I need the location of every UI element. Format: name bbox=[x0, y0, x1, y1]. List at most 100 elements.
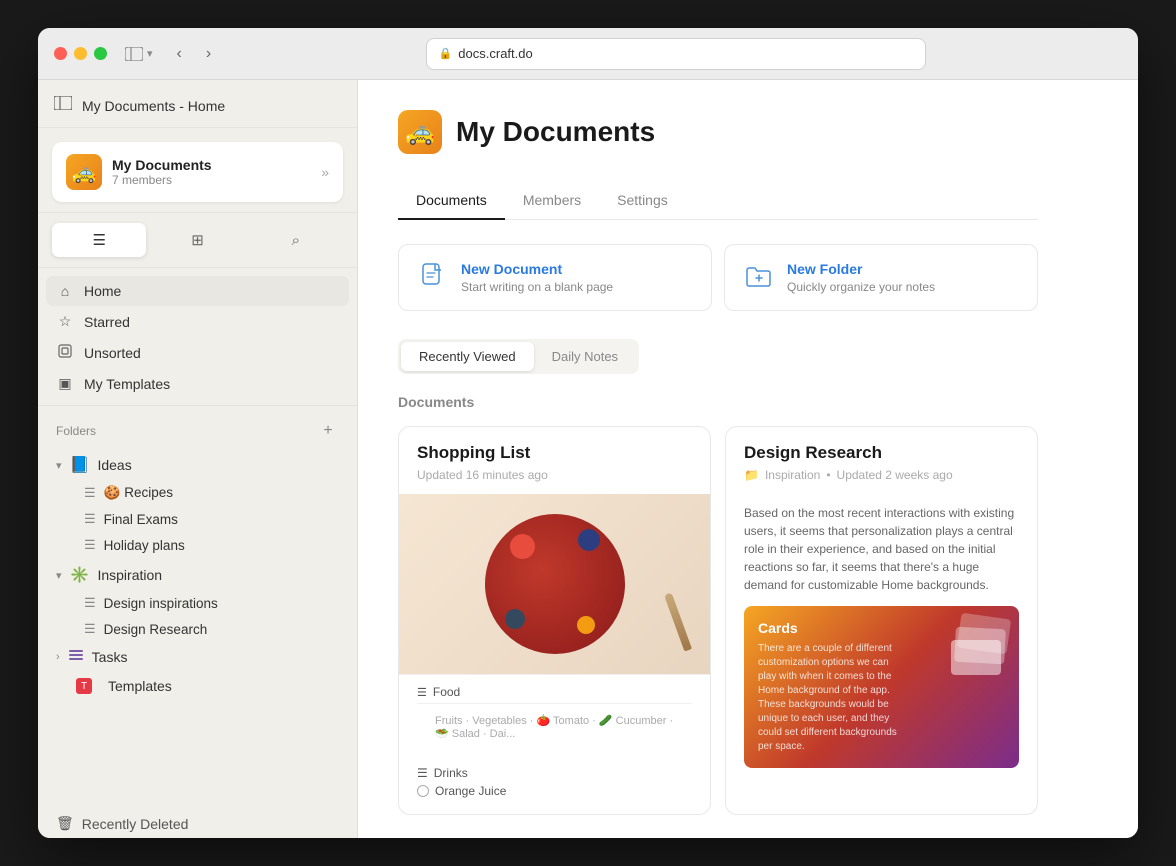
sidebar-toolbar: ☰ ⊞ ⌕ bbox=[38, 213, 357, 268]
sub-item-label: Design Research bbox=[104, 622, 208, 637]
minimize-button[interactable] bbox=[74, 47, 87, 60]
drinks-label: ☰ Drinks bbox=[417, 766, 692, 780]
folder-icon-ideas: 📘 bbox=[70, 455, 90, 475]
tab-members[interactable]: Members bbox=[505, 182, 599, 220]
new-document-icon bbox=[417, 261, 449, 293]
sub-item-label: Holiday plans bbox=[104, 538, 185, 553]
list-item[interactable]: ☰ 🍪 Recipes bbox=[46, 480, 349, 506]
new-document-text: New Document Start writing on a blank pa… bbox=[461, 261, 613, 294]
berry-decoration bbox=[577, 616, 595, 634]
back-button[interactable]: ‹ bbox=[171, 41, 188, 67]
templates-icon: T bbox=[74, 677, 94, 695]
maximize-button[interactable] bbox=[94, 47, 107, 60]
chevron-down-icon: ▾ bbox=[147, 47, 153, 60]
document-card-shopping-list[interactable]: Shopping List Updated 16 minutes ago bbox=[398, 426, 711, 815]
panel-icon bbox=[54, 96, 72, 115]
list-item[interactable]: ☰ Design Research bbox=[46, 616, 349, 642]
page-title: My Documents bbox=[456, 116, 655, 148]
doc-card-title: Shopping List bbox=[417, 443, 692, 463]
recently-deleted-label: Recently Deleted bbox=[82, 816, 189, 832]
sidebar-item-recently-deleted[interactable]: 🗑 Recently Deleted bbox=[46, 809, 349, 838]
sidebar-item-home[interactable]: ⌂ Home bbox=[46, 276, 349, 306]
folder-item-ideas[interactable]: ▾ 📘 Ideas bbox=[46, 450, 349, 480]
document-icon: ☰ bbox=[84, 485, 96, 501]
doc-card-header: Shopping List Updated 16 minutes ago bbox=[399, 427, 710, 494]
new-document-card[interactable]: New Document Start writing on a blank pa… bbox=[398, 244, 712, 311]
tab-daily-notes[interactable]: Daily Notes bbox=[534, 342, 636, 371]
list-item[interactable]: ☰ Holiday plans bbox=[46, 532, 349, 558]
sidebar-title: My Documents - Home bbox=[82, 98, 225, 114]
trash-icon: 🗑 bbox=[56, 815, 74, 832]
workspace-name: My Documents bbox=[112, 157, 212, 173]
sidebar-toggle-button[interactable]: ▾ bbox=[119, 43, 159, 65]
document-icon: ☰ bbox=[84, 621, 96, 637]
documents-grid: Shopping List Updated 16 minutes ago bbox=[398, 426, 1038, 815]
list-item[interactable]: ☰ Final Exams bbox=[46, 506, 349, 532]
workspace-details: My Documents 7 members bbox=[112, 157, 212, 187]
tab-recently-viewed[interactable]: Recently Viewed bbox=[401, 342, 534, 371]
templates-nav-icon: ▣ bbox=[56, 375, 74, 392]
tab-settings[interactable]: Settings bbox=[599, 182, 686, 220]
page-header: 🚕 My Documents bbox=[398, 110, 1038, 154]
grid-view-button[interactable]: ⊞ bbox=[150, 223, 244, 257]
doc-card-image bbox=[399, 494, 710, 674]
sidebar-item-starred[interactable]: ☆ Starred bbox=[46, 306, 349, 337]
sub-item-label: Design inspirations bbox=[104, 596, 218, 611]
list-view-button[interactable]: ☰ bbox=[52, 223, 146, 257]
document-icon: ☰ bbox=[84, 595, 96, 611]
folder-icon-small: 📁 bbox=[744, 468, 759, 482]
workspace-card[interactable]: 🚕 My Documents 7 members » bbox=[52, 142, 343, 202]
forward-button[interactable]: › bbox=[200, 41, 217, 67]
section-title: Documents bbox=[398, 394, 1038, 410]
folder-label: Tasks bbox=[92, 649, 128, 665]
new-folder-desc: Quickly organize your notes bbox=[787, 280, 935, 294]
star-icon: ☆ bbox=[56, 313, 74, 330]
sub-item-label: 🍪 Recipes bbox=[104, 485, 173, 501]
food-icon: ☰ bbox=[417, 686, 427, 699]
design-card-preview: Cards There are a couple of different cu… bbox=[744, 606, 1019, 768]
drinks-icon: ☰ bbox=[417, 766, 428, 780]
document-icon: ☰ bbox=[84, 511, 96, 527]
sidebar-nav: ⌂ Home ☆ Starred Unsorted bbox=[38, 268, 357, 406]
traffic-lights bbox=[54, 47, 107, 60]
workspace-icon: 🚕 bbox=[66, 154, 102, 190]
sidebar-item-templates[interactable]: T Templates bbox=[46, 672, 349, 700]
workspace-section: 🚕 My Documents 7 members » bbox=[38, 128, 357, 213]
document-card-design-research[interactable]: Design Research 📁 Inspiration • Updated … bbox=[725, 426, 1038, 815]
folders-section: Folders + ▾ 📘 Ideas ☰ 🍪 Recipes ☰ Final … bbox=[38, 406, 357, 809]
browser-content: My Documents - Home 🚕 My Documents 7 mem… bbox=[38, 80, 1138, 838]
sidebar-item-unsorted[interactable]: Unsorted bbox=[46, 337, 349, 368]
berry-decoration bbox=[505, 609, 525, 629]
preview-text: There are a couple of different customiz… bbox=[758, 642, 906, 754]
home-icon: ⌂ bbox=[56, 283, 74, 299]
folder-item-inspiration[interactable]: ▾ ✳️ Inspiration bbox=[46, 560, 349, 590]
sidebar-item-label: Home bbox=[84, 283, 121, 299]
sidebar-item-label: My Templates bbox=[84, 376, 170, 392]
chevron-right-icon: › bbox=[56, 651, 60, 663]
sidebar: My Documents - Home 🚕 My Documents 7 mem… bbox=[38, 80, 358, 838]
stack-card bbox=[951, 640, 1001, 675]
add-folder-button[interactable]: + bbox=[317, 420, 339, 442]
search-button[interactable]: ⌕ bbox=[249, 223, 343, 257]
food-label: ☰ Food bbox=[417, 685, 692, 699]
list-item[interactable]: ☰ Design inspirations bbox=[46, 590, 349, 616]
workspace-info: 🚕 My Documents 7 members bbox=[66, 154, 212, 190]
new-folder-text: New Folder Quickly organize your notes bbox=[787, 261, 935, 294]
workspace-expand-icon[interactable]: » bbox=[321, 164, 329, 180]
main-content: 🚕 My Documents Documents Members Setting… bbox=[358, 80, 1138, 838]
browser-window: ▾ ‹ › 🔒 docs.craft.do My Documents - Hom… bbox=[38, 28, 1138, 838]
sidebar-header: My Documents - Home bbox=[38, 80, 357, 128]
action-cards: New Document Start writing on a blank pa… bbox=[398, 244, 1038, 311]
doc-card-meta: Updated 16 minutes ago bbox=[417, 468, 692, 482]
unsorted-icon bbox=[56, 344, 74, 361]
tab-documents[interactable]: Documents bbox=[398, 182, 505, 220]
cards-stack-decoration bbox=[949, 616, 1009, 686]
close-button[interactable] bbox=[54, 47, 67, 60]
new-folder-icon bbox=[743, 261, 775, 293]
sidebar-item-my-templates[interactable]: ▣ My Templates bbox=[46, 368, 349, 399]
design-card-description: Based on the most recent interactions wi… bbox=[744, 504, 1019, 594]
url-bar: 🔒 docs.craft.do bbox=[426, 38, 926, 70]
new-folder-card[interactable]: New Folder Quickly organize your notes bbox=[724, 244, 1038, 311]
folder-item-tasks[interactable]: › Tasks bbox=[46, 642, 349, 672]
oj-item: Orange Juice bbox=[417, 782, 692, 800]
